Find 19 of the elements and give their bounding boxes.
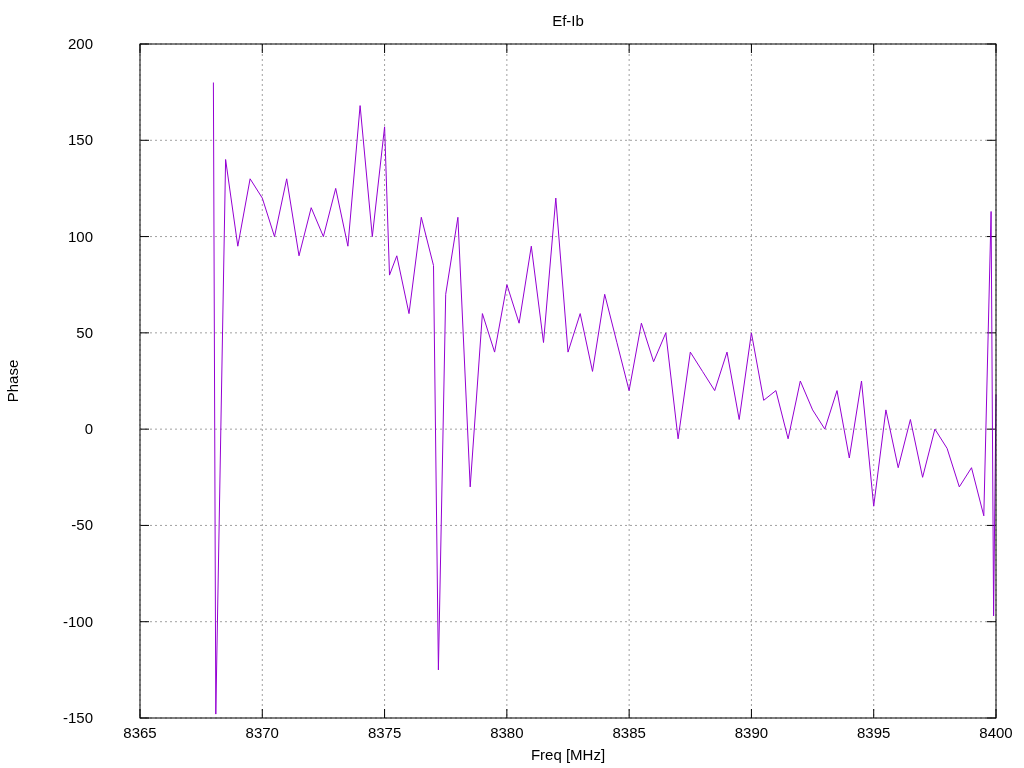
tick-label: 150 [67, 131, 93, 149]
tick-label: 8390 [734, 724, 769, 741]
tick-label: 8395 [857, 724, 891, 741]
tick-label: -100 [62, 612, 93, 630]
axis-label: Freq [MHz] [530, 746, 606, 763]
tick-label: -50 [71, 516, 93, 534]
tick-label: 100 [67, 227, 93, 245]
axis-label: Phase [4, 359, 21, 403]
tick-label: 8370 [245, 724, 279, 741]
tick-label: 50 [76, 323, 93, 341]
chart-title: Ef-Ib [552, 12, 584, 29]
tick-label: 8400 [979, 724, 1013, 741]
tick-label: 8385 [612, 724, 646, 741]
tick-label: 0 [84, 420, 93, 438]
tick-label: 8375 [367, 724, 402, 741]
tick-label: 8380 [490, 724, 524, 741]
tick-label: 8365 [123, 724, 157, 741]
tick-label: -150 [62, 709, 93, 726]
tick-label: 200 [67, 35, 93, 52]
